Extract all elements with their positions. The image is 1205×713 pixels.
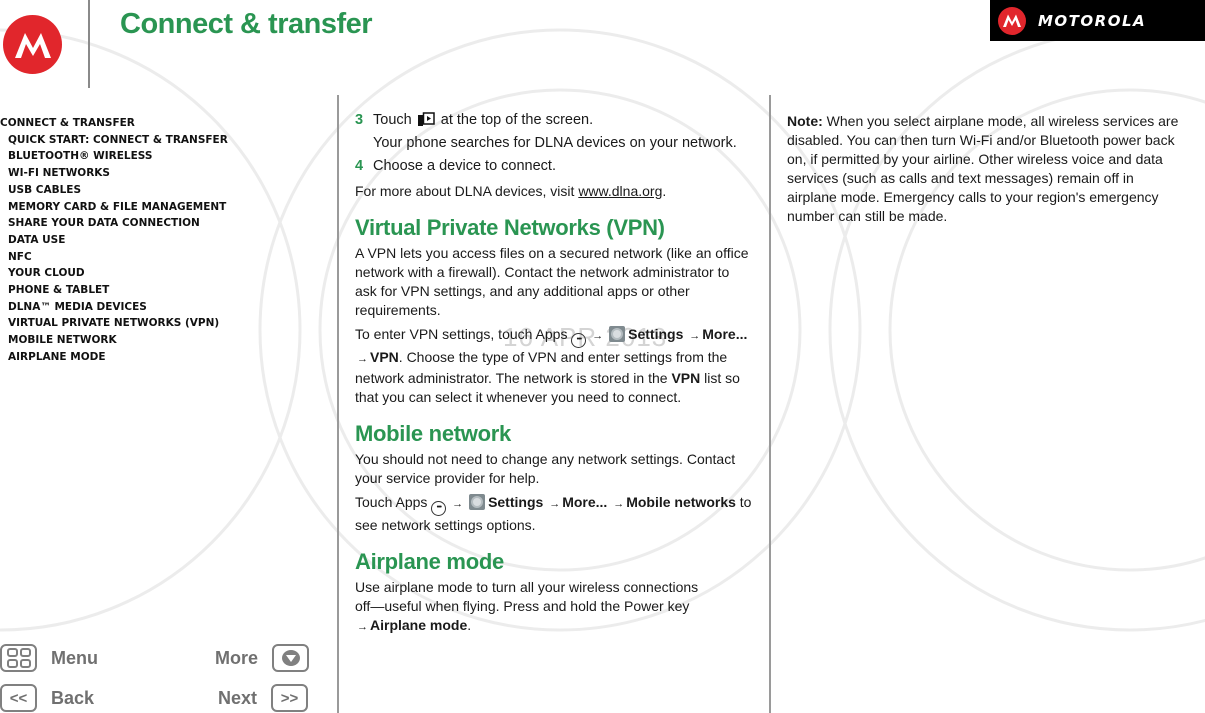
toc-item-data-use[interactable]: Data use bbox=[0, 232, 240, 249]
more-menu-label: More... bbox=[702, 326, 748, 342]
paragraph-text: . bbox=[662, 183, 667, 199]
main-column: 3 Touch at the top of the screen. Your p… bbox=[355, 111, 753, 642]
more-menu-label: More... bbox=[562, 494, 608, 510]
mobile-network-instructions: Touch Apps ••• → Settings → More... → Mobi… bbox=[355, 493, 753, 535]
vpn-intro-paragraph: A VPN lets you access files on a secured… bbox=[355, 245, 749, 318]
toc-item-share-data[interactable]: Share your data connection bbox=[0, 215, 240, 232]
airplane-mode-label: Airplane mode bbox=[370, 617, 468, 633]
toc-item-dlna[interactable]: DLNA™ Media devices bbox=[0, 299, 240, 316]
apps-icon: ••• bbox=[431, 501, 447, 516]
settings-gear-icon bbox=[609, 326, 626, 342]
toc-item-nfc[interactable]: NFC bbox=[0, 249, 240, 266]
step-text: Choose a device to connect. bbox=[373, 158, 556, 174]
airplane-mode-heading: Airplane mode bbox=[355, 549, 504, 574]
next-label: Next bbox=[218, 687, 258, 708]
step-3: 3 Touch at the top of the screen. bbox=[355, 111, 753, 130]
apps-icon: ••• bbox=[571, 333, 587, 348]
menu-grid-icon bbox=[0, 644, 37, 672]
toc-item-wifi[interactable]: Wi-Fi Networks bbox=[0, 165, 240, 182]
arrow-icon: → bbox=[592, 330, 604, 342]
mobile-networks-label: Mobile networks bbox=[626, 494, 736, 510]
back-arrows-icon: << bbox=[0, 684, 37, 712]
step-3-detail: Your phone searches for DLNA devices on … bbox=[373, 135, 737, 151]
toc-item-bluetooth[interactable]: Bluetooth® wireless bbox=[0, 148, 240, 165]
paragraph-text: To enter VPN settings, touch Apps bbox=[355, 326, 568, 342]
toc-item-quick-start[interactable]: Quick Start: Connect & transfer bbox=[0, 132, 240, 149]
more-label: More bbox=[215, 647, 259, 668]
menu-label: Menu bbox=[51, 647, 98, 668]
toc-item-memory-card[interactable]: Memory card & file management bbox=[0, 199, 240, 216]
arrow-icon: → bbox=[689, 330, 701, 342]
paragraph-text: Touch Apps bbox=[355, 494, 428, 510]
note-text: When you select airplane mode, all wirel… bbox=[787, 113, 1179, 224]
next-arrows-icon: >> bbox=[271, 684, 309, 712]
right-column: Note: When you select airplane mode, all… bbox=[787, 112, 1185, 231]
arrow-icon: → bbox=[357, 353, 368, 365]
arrow-icon: → bbox=[357, 621, 368, 633]
settings-label: Settings bbox=[488, 494, 544, 510]
header-divider bbox=[88, 0, 90, 88]
step-text: Touch bbox=[373, 112, 412, 128]
toc-item-phone-tablet[interactable]: Phone & tablet bbox=[0, 282, 240, 299]
mobile-network-intro: You should not need to change any networ… bbox=[355, 451, 736, 486]
back-button[interactable]: << Back bbox=[0, 684, 94, 712]
more-button[interactable]: More bbox=[215, 644, 310, 672]
vpn-list-label: VPN bbox=[671, 370, 701, 386]
column-divider-right bbox=[769, 95, 771, 713]
brand-logo-icon bbox=[998, 6, 1026, 35]
settings-label: Settings bbox=[628, 326, 684, 342]
paragraph-text: For more about DLNA devices, visit bbox=[355, 183, 579, 199]
step-text: at the top of the screen. bbox=[440, 112, 594, 128]
arrow-icon: → bbox=[613, 498, 625, 510]
next-button[interactable]: Next >> bbox=[218, 684, 309, 712]
toc-item-connect-transfer[interactable]: Connect & transfer bbox=[0, 115, 240, 132]
brand-bar: MOTOROLA bbox=[990, 0, 1205, 41]
toc-item-your-cloud[interactable]: Your cloud bbox=[0, 265, 240, 282]
motorola-logo-icon[interactable] bbox=[3, 15, 62, 74]
step-number: 4 bbox=[355, 158, 364, 174]
more-down-icon bbox=[272, 644, 310, 672]
step-number: 3 bbox=[355, 112, 364, 128]
vpn-label: VPN bbox=[370, 349, 399, 365]
step-4: 4 Choose a device to connect. bbox=[355, 157, 753, 176]
mobile-network-heading: Mobile network bbox=[355, 421, 511, 446]
toc-item-mobile-network[interactable]: Mobile network bbox=[0, 332, 240, 349]
toc-item-usb-cables[interactable]: USB cables bbox=[0, 182, 240, 199]
settings-gear-icon bbox=[469, 494, 486, 510]
arrow-icon: → bbox=[452, 498, 464, 510]
table-of-contents: Connect & transfer Quick Start: Connect … bbox=[0, 115, 240, 366]
paragraph-text: . bbox=[467, 617, 472, 633]
page-title: Connect & transfer bbox=[120, 8, 373, 40]
vpn-heading: Virtual Private Networks (VPN) bbox=[355, 215, 665, 240]
menu-button[interactable]: Menu bbox=[0, 644, 98, 672]
dlna-more-paragraph: For more about DLNA devices, visit www.d… bbox=[355, 182, 753, 201]
back-label: Back bbox=[51, 687, 95, 708]
airplane-mode-paragraph: Use airplane mode to turn all your wirel… bbox=[355, 578, 753, 637]
dlna-website-link[interactable]: www.dlna.org bbox=[578, 183, 662, 199]
note-label: Note: bbox=[787, 113, 823, 129]
arrow-icon: → bbox=[549, 498, 561, 510]
brand-name: MOTOROLA bbox=[1038, 11, 1147, 30]
airplane-note: Note: When you select airplane mode, all… bbox=[787, 112, 1185, 226]
column-divider-left bbox=[337, 95, 339, 713]
toc-item-airplane-mode[interactable]: Airplane mode bbox=[0, 349, 240, 366]
toc-item-vpn[interactable]: Virtual Private Networks (VPN) bbox=[0, 315, 240, 332]
paragraph-text: Use airplane mode to turn all your wirel… bbox=[355, 579, 699, 614]
vpn-settings-paragraph: To enter VPN settings, touch Apps ••• → … bbox=[355, 325, 753, 407]
dlna-cast-icon bbox=[417, 112, 435, 126]
